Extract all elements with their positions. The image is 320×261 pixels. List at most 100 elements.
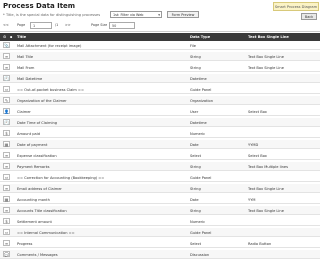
row-title[interactable]: Email address of Claimer <box>17 187 185 191</box>
table-header: ⚙ ▪ Title Data Type Text Box Single Line <box>0 33 320 41</box>
row-type: Date <box>190 198 199 202</box>
row-title[interactable]: Comments / Messages <box>17 253 185 257</box>
row-type: Guide Panel <box>190 231 212 235</box>
page-size-select[interactable]: 50 <box>109 22 135 29</box>
table-row[interactable]: $ Settlement amount Numeric <box>0 217 320 226</box>
row-type: Organization <box>190 99 213 103</box>
table-row[interactable]: 🕘 Date Time of Claiming Datetime <box>0 118 320 127</box>
data-type-icon[interactable]: 📎 <box>3 42 10 48</box>
row-title[interactable]: Mail Title <box>17 55 185 59</box>
data-type-icon[interactable]: ⇨ <box>3 174 10 180</box>
filter-select[interactable]: 1st: Filter via Web ▾ <box>110 11 162 18</box>
table-row[interactable]: ≡ Payment Remarks String Text Box Multiple … <box>0 162 320 171</box>
row-title[interactable]: Settlement amount <box>17 220 185 224</box>
table-row[interactable]: 🕘 Mail Datetime Datetime <box>0 74 320 83</box>
data-type-icon[interactable]: 🕘 <box>3 119 10 125</box>
table-row[interactable]: ≡ Mail Title String Text Box Single Line <box>0 52 320 61</box>
data-type-icon[interactable]: ≡ <box>3 152 10 158</box>
table-row[interactable]: 👤 Claimer User Select Box <box>0 107 320 116</box>
data-type-icon[interactable]: ▦ <box>3 196 10 202</box>
row-title[interactable]: Mail From <box>17 66 185 70</box>
data-type-icon[interactable]: $ <box>3 218 10 224</box>
settings-icon: ⚙ <box>3 35 7 39</box>
table-row[interactable]: 📎 Mail Attachment (for receipt image) File <box>0 41 320 50</box>
table-row[interactable]: ≡ Email address of Claimer String Text Box … <box>0 184 320 193</box>
data-type-icon[interactable]: ≡ <box>3 185 10 191</box>
data-type-icon[interactable]: ≡ <box>3 240 10 246</box>
data-type-icon[interactable]: ▦ <box>3 141 10 147</box>
row-view: YYMD <box>248 143 259 147</box>
data-type-icon[interactable]: ≡ <box>3 163 10 169</box>
table-row[interactable]: ≡ Expense classification Select Select Box <box>0 151 320 160</box>
data-type-icon[interactable]: ✎ <box>3 97 10 103</box>
table-row[interactable]: ≡ Accounts Title classification String Text… <box>0 206 320 215</box>
row-view: Text Box Multiple lines <box>248 165 289 169</box>
row-type: Numeric <box>190 220 206 224</box>
table-row[interactable]: ⇨ == Correction for Accounting (Bookkeepi… <box>0 173 320 182</box>
table-row[interactable]: ≡ Progress Select Radio Button <box>0 239 320 248</box>
select-all-checkbox[interactable]: ▪ <box>10 35 12 39</box>
pager: << Page 1 /1 >> Page Size 50 <box>3 21 141 30</box>
table-row[interactable]: ✎ Organization of the Claimer Organization <box>0 96 320 105</box>
data-type-icon[interactable]: 💬 <box>3 251 10 257</box>
data-type-icon[interactable]: ≡ <box>3 207 10 213</box>
row-title[interactable]: Amount paid <box>17 132 185 136</box>
header-view: Text Box Single Line <box>248 35 289 39</box>
row-title[interactable]: == Internal Communication == <box>17 231 185 235</box>
page-label: Page <box>17 23 26 27</box>
row-view: Text Box Single Line <box>248 187 284 191</box>
table-row[interactable]: 💬 Comments / Messages Discussion <box>0 250 320 259</box>
data-type-icon[interactable]: ≡ <box>3 64 10 70</box>
header-title: Title <box>17 35 27 39</box>
row-title[interactable]: Accounts Title classification <box>17 209 185 213</box>
table-row[interactable]: ⇨ == Out-of-pocket business Claim == Guide… <box>0 85 320 94</box>
row-title[interactable]: Mail Attachment (for receipt image) <box>17 44 185 48</box>
table-row[interactable]: $ Amount paid Numeric <box>0 129 320 138</box>
row-title[interactable]: == Correction for Accounting (Bookkeepin… <box>17 176 185 180</box>
table-row[interactable]: ≡ Mail From String Text Box Single Line <box>0 63 320 72</box>
row-title[interactable]: Progress <box>17 242 185 246</box>
data-type-icon[interactable]: $ <box>3 130 10 136</box>
page-input[interactable]: 1 <box>30 22 52 29</box>
row-title[interactable]: Date of payment <box>17 143 185 147</box>
prev-page-button[interactable]: << <box>3 23 9 27</box>
table-row[interactable]: ▦ Date of payment Date YYMD <box>0 140 320 149</box>
row-type: Select <box>190 154 202 158</box>
row-title[interactable]: == Out-of-pocket business Claim == <box>17 88 185 92</box>
chevron-down-icon: ▾ <box>158 13 160 17</box>
row-title[interactable]: Expense classification <box>17 154 185 158</box>
row-type: Select <box>190 242 202 246</box>
row-view: YYM <box>248 198 256 202</box>
row-type: Datetime <box>190 121 207 125</box>
data-type-icon[interactable]: 🕘 <box>3 75 10 81</box>
row-view: Select Box <box>248 110 267 114</box>
next-page-button[interactable]: >> <box>65 23 71 27</box>
row-type: Guide Panel <box>190 88 212 92</box>
filter-select-value: 1st: Filter via Web <box>113 13 144 17</box>
data-type-icon[interactable]: ≡ <box>3 53 10 59</box>
row-title[interactable]: Payment Remarks <box>17 165 185 169</box>
row-type: Date <box>190 143 199 147</box>
row-type: String <box>190 187 201 191</box>
row-view: Radio Button <box>248 242 272 246</box>
row-title[interactable]: Accounting month <box>17 198 185 202</box>
table-row[interactable]: ⇨ == Internal Communication == Guide Panel <box>0 228 320 237</box>
data-type-icon[interactable]: 👤 <box>3 108 10 114</box>
row-type: Numeric <box>190 132 206 136</box>
form-preview-button[interactable]: Form Preview <box>167 11 199 18</box>
data-type-icon[interactable]: ⇨ <box>3 86 10 92</box>
header-type: Data Type <box>190 35 211 39</box>
row-type: Guide Panel <box>190 176 212 180</box>
smart-process-diagram-button[interactable]: Smart Process Diagram <box>273 2 319 11</box>
data-type-icon[interactable]: ⇨ <box>3 229 10 235</box>
page-size-value: 50 <box>112 24 117 28</box>
row-title[interactable]: Claimer <box>17 110 185 114</box>
divider <box>0 31 320 32</box>
row-title[interactable]: Date Time of Claiming <box>17 121 185 125</box>
back-button[interactable]: Back <box>301 13 317 20</box>
table-row[interactable]: ▦ Accounting month Date YYM <box>0 195 320 204</box>
row-type: String <box>190 66 201 70</box>
row-title[interactable]: Organization of the Claimer <box>17 99 185 103</box>
row-view: Text Box Single Line <box>248 66 284 70</box>
row-title[interactable]: Mail Datetime <box>17 77 185 81</box>
